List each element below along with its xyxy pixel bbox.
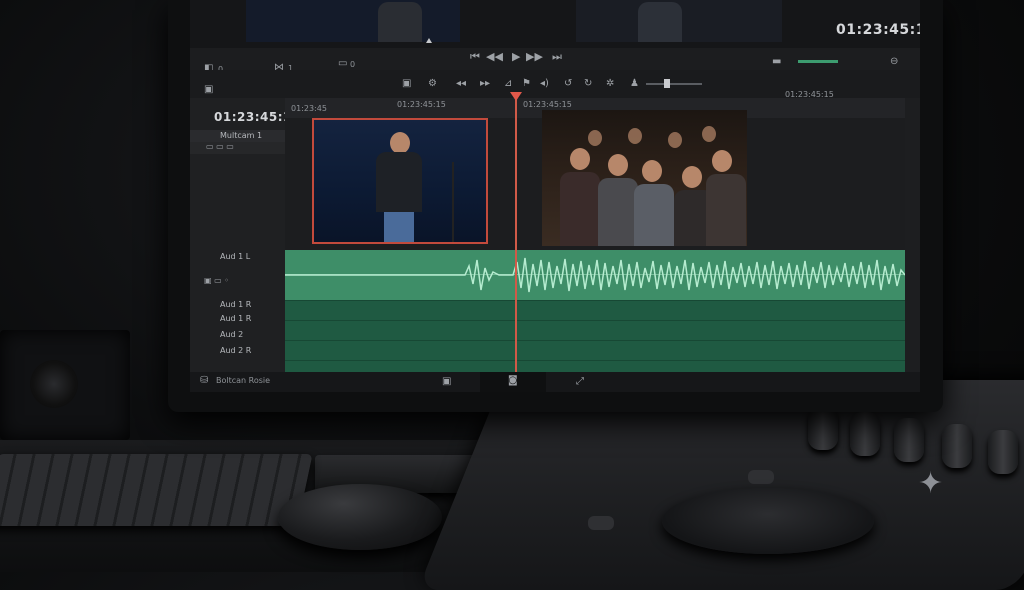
viewer-strip: 01:23:45:15 <box>190 0 920 48</box>
indicator-value: 0 <box>350 60 356 69</box>
audio-track-label: Aud 1 L <box>220 252 251 261</box>
playhead-handle[interactable] <box>510 92 522 101</box>
audio-track-controls: ▣ ▭ ◦ <box>204 268 264 285</box>
video-track-controls: ▭ ▭ ▭ <box>190 142 285 154</box>
edit-page-tab[interactable]: ◙ <box>480 372 546 392</box>
audio-track-label: Aud 1 R <box>220 300 252 309</box>
blade-icon[interactable]: ⊿ <box>504 78 512 89</box>
audio-track-header[interactable]: Aud 2 R <box>190 344 285 358</box>
ruler-label: 01:23:45 <box>291 104 327 113</box>
zoom-slider-handle[interactable] <box>664 79 670 88</box>
ruler-label: 01:23:45:15 <box>397 100 446 109</box>
jog-wheel <box>662 488 874 554</box>
monitor-icon[interactable]: ▭ <box>338 58 347 69</box>
audio-track-label: Aud 1 R <box>220 314 252 323</box>
edit-page-icon: ◙ <box>508 375 518 386</box>
audio-waveform <box>285 257 905 293</box>
panel-button <box>588 516 614 530</box>
ruler-label: 01:23:45:15 <box>523 100 572 109</box>
control-knob <box>894 418 924 462</box>
clip-icon[interactable]: ▣ <box>402 78 411 89</box>
track-lock-icon[interactable]: ▭ ▭ ▭ <box>206 142 234 151</box>
undo-icon[interactable]: ↺ <box>564 78 572 89</box>
keyboard <box>0 454 313 526</box>
audio-icon[interactable]: ◂) <box>540 78 549 89</box>
trim-left-icon[interactable]: ◂◂ <box>456 78 466 89</box>
mute-icon[interactable]: ▣ ▭ ◦ <box>204 276 229 285</box>
media-page-icon[interactable]: ▣ <box>442 376 451 387</box>
level-meter-icon: ▬ <box>772 56 782 67</box>
editor-screen: 01:23:45:15 ◧ 0 ⋈ 1 ▭ 0 ⏮ ◀◀ ▶ ▶▶ ⏭ ▬ ⊖ … <box>190 0 920 392</box>
layout-icon[interactable]: ▣ <box>204 84 213 95</box>
panel-button <box>748 470 774 484</box>
level-meter <box>798 60 838 63</box>
speaker-cone <box>30 360 78 408</box>
control-knob <box>808 406 838 450</box>
viewer-thumbnail <box>576 0 782 42</box>
options-icon[interactable]: ⊖ <box>890 56 898 67</box>
playhead[interactable] <box>515 94 517 376</box>
step-forward-icon[interactable]: ▶▶ <box>526 50 543 63</box>
audio-track-label: Aud 2 R <box>220 346 252 355</box>
audio-track-header[interactable]: Aud 1 R <box>190 312 285 326</box>
viewer-thumbnail <box>246 0 460 42</box>
zoom-slider[interactable] <box>646 83 702 85</box>
trim-right-icon[interactable]: ▸▸ <box>480 78 490 89</box>
ruler-label: 01:23:45:15 <box>785 90 834 99</box>
video-clip-comedian[interactable] <box>312 118 488 244</box>
audio-track-header[interactable]: Aud 1 L <box>190 250 285 264</box>
gear-icon[interactable]: ⚙ <box>428 78 437 89</box>
bottom-bar: ⛁ Boltcan Rosie ▣ ◙ ⤢ <box>190 372 920 392</box>
control-knob <box>942 424 972 468</box>
audio-track-header[interactable]: Aud 1 R <box>190 298 285 312</box>
video-clip-audience[interactable] <box>542 110 747 246</box>
sparkle-icon: ✦ <box>918 466 944 501</box>
control-knob <box>850 412 880 456</box>
bin-icon[interactable]: ⛁ <box>200 375 208 386</box>
scrub-marker[interactable] <box>426 38 432 43</box>
audio-track-header[interactable]: Aud 2 <box>190 328 285 342</box>
step-back-icon[interactable]: ◀◀ <box>486 50 503 63</box>
skip-back-icon[interactable]: ⏮ <box>470 50 480 64</box>
audio-track-label: Aud 2 <box>220 330 244 339</box>
control-knob <box>988 430 1018 474</box>
audio-tracks-lower[interactable] <box>285 300 905 380</box>
expand-icon[interactable]: ⤢ <box>576 376 584 387</box>
video-track-label: Multcam 1 <box>220 131 263 140</box>
viewer-timecode: 01:23:45:15 <box>836 22 920 38</box>
video-track-header[interactable]: Multcam 1 <box>190 130 285 142</box>
mouse <box>278 484 442 550</box>
skip-forward-icon[interactable]: ⏭ <box>552 50 562 64</box>
studio-speaker <box>0 330 130 440</box>
bottom-label: Boltcan Rosie <box>216 376 271 385</box>
redo-icon[interactable]: ↻ <box>584 78 592 89</box>
play-icon[interactable]: ▶ <box>512 50 520 63</box>
track-headers: 01:23:45:15 Multcam 1 ▭ ▭ ▭ Aud 1 L ▣ ▭ … <box>190 98 300 380</box>
person-icon[interactable]: ♟ <box>630 78 639 89</box>
effects-icon[interactable]: ✲ <box>606 78 614 89</box>
flag-icon[interactable]: ⚑ <box>522 78 531 89</box>
